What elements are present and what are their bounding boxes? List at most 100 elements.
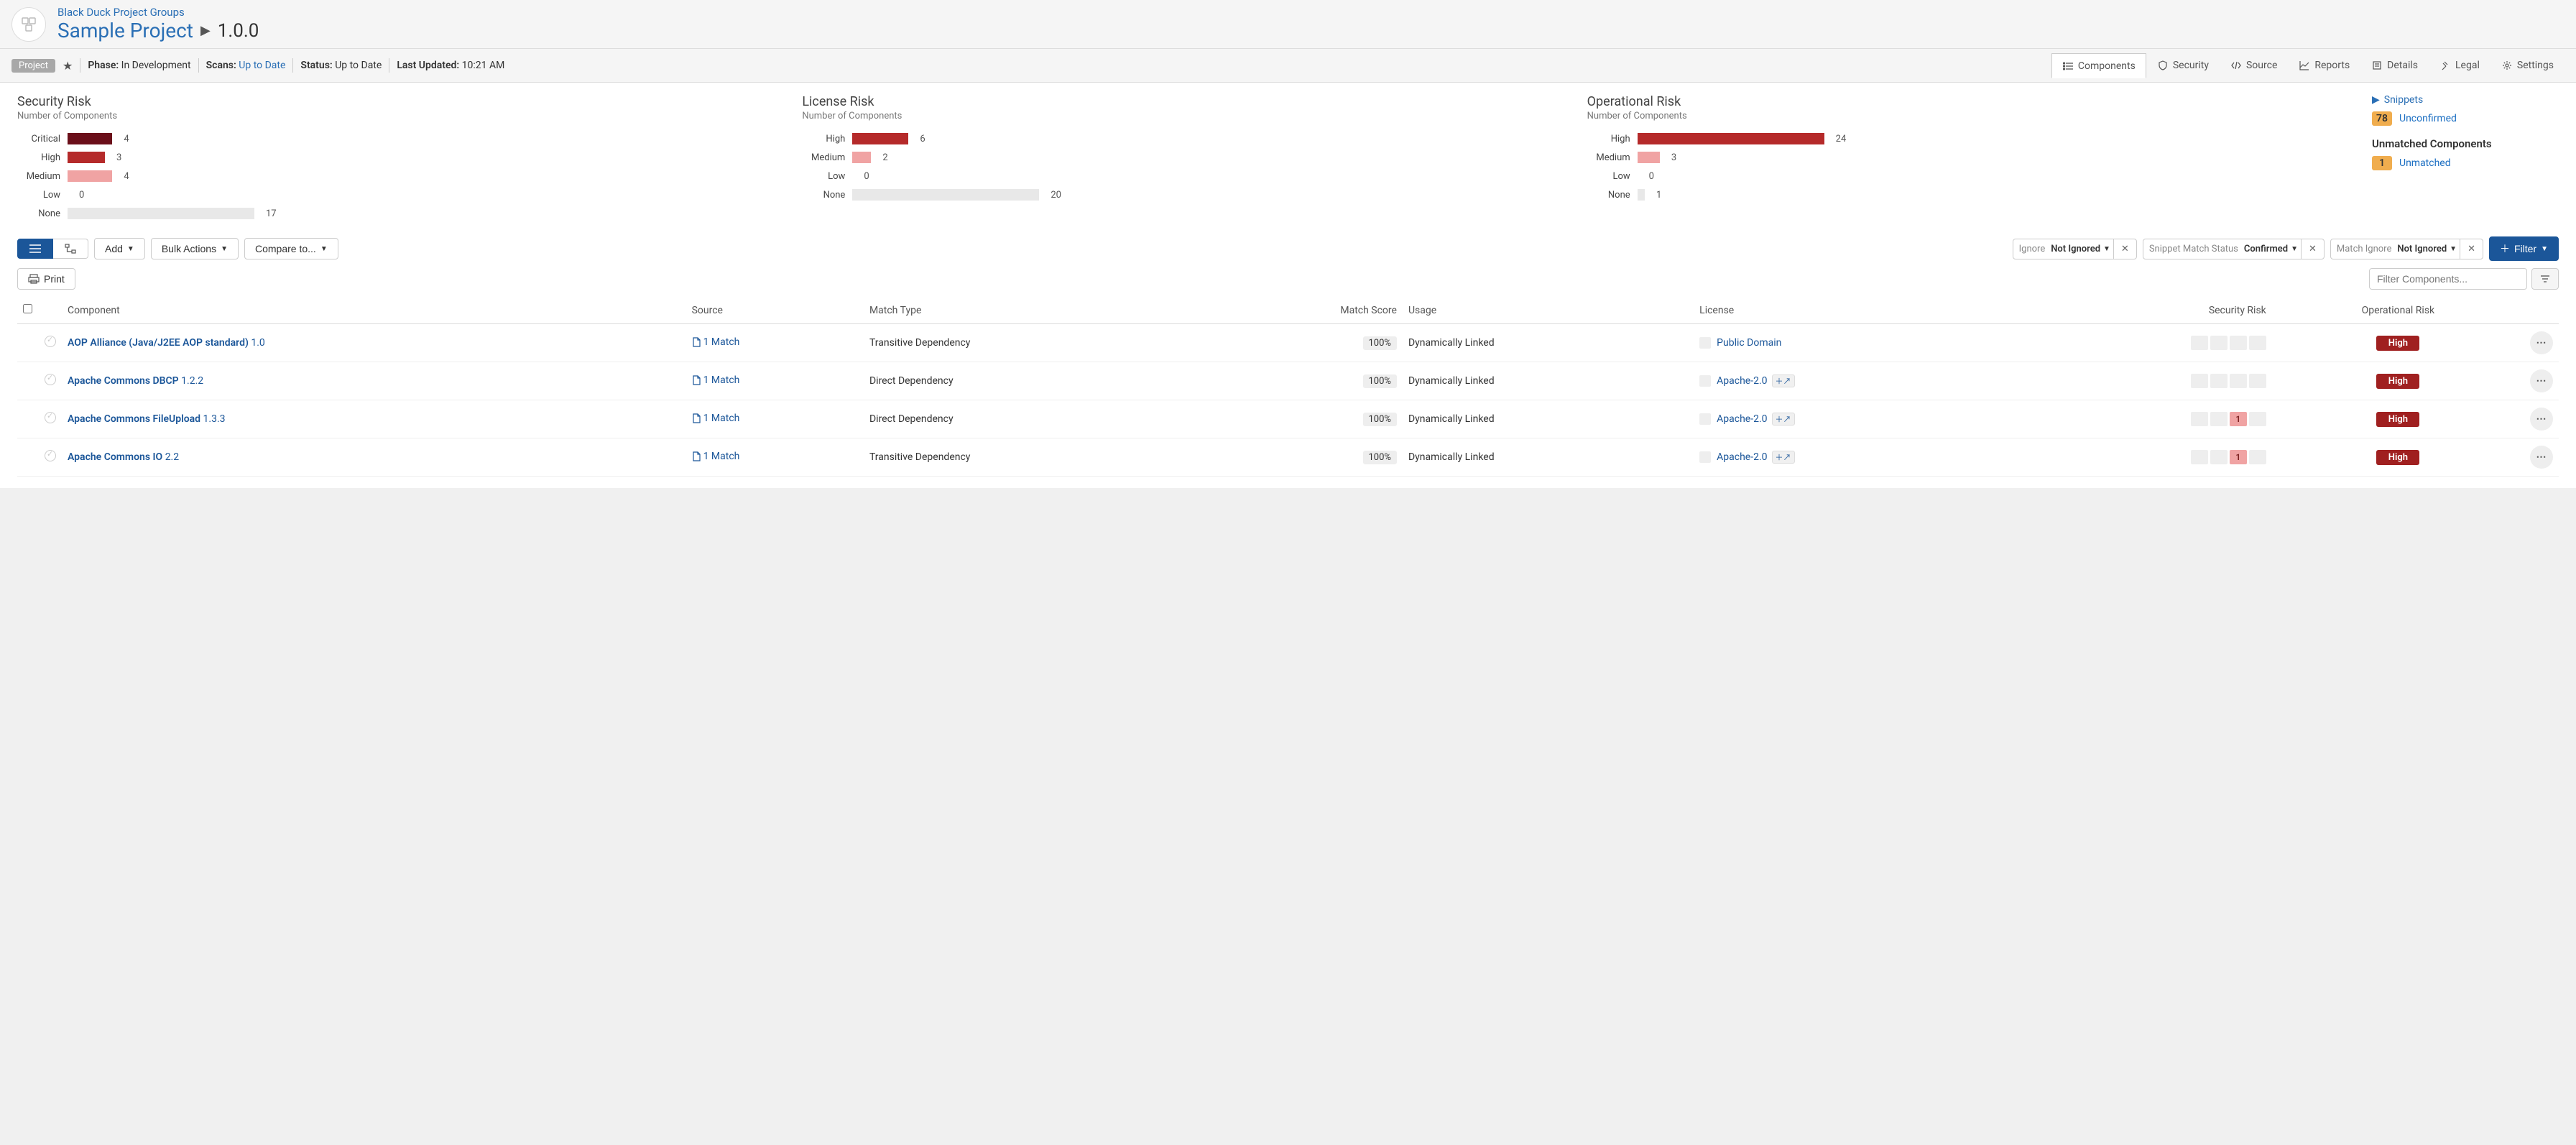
risk-subtitle: Number of Components [1587,111,2343,121]
component-version-link[interactable]: 1.3.3 [203,413,226,425]
match-score-badge: 100% [1363,451,1397,464]
filter-chip-label: Ignore [2013,239,2051,259]
project-title[interactable]: Sample Project [57,19,193,42]
snippets-toggle[interactable]: ▶ Snippets [2372,94,2559,106]
print-button[interactable]: Print [17,268,75,290]
chart-icon [2299,60,2310,71]
source-match-link[interactable]: 1 Match [692,374,740,386]
match-score-badge: 100% [1363,336,1397,350]
table-row: Apache Commons IO 2.2 1 MatchTransitive … [17,438,2559,477]
risk-bar-value: 0 [79,190,84,201]
filter-chip-remove[interactable]: ✕ [2460,239,2483,259]
col-component[interactable]: Component [62,297,686,324]
license-link[interactable]: Public Domain [1717,337,1781,349]
license-extra-icon[interactable]: ＋↗ [1772,451,1795,464]
table-row: Apache Commons DBCP 1.2.2 1 Match Direct … [17,362,2559,400]
filter-chip-value[interactable]: Not Ignored ▼ [2051,239,2113,259]
tab-source[interactable]: Source [2220,53,2288,78]
tab-security[interactable]: Security [2146,53,2220,78]
col-match-type[interactable]: Match Type [864,297,1199,324]
view-mode-group [17,239,88,259]
risk-bar-row: None17 [17,208,773,219]
source-match-link[interactable]: 1 Match [692,451,740,462]
unmatched-link[interactable]: Unmatched [2399,157,2451,169]
row-actions-button[interactable]: ⋯ [2530,369,2553,392]
filter-chip-value[interactable]: Not Ignored ▼ [2397,239,2460,259]
breadcrumb-link[interactable]: Black Duck Project Groups [57,6,185,19]
risk-bar-value: 3 [1671,152,1676,163]
select-all-checkbox[interactable] [23,304,32,313]
tab-components[interactable]: Components [2051,53,2146,78]
row-actions-button[interactable]: ⋯ [2530,446,2553,469]
review-status-icon[interactable] [45,336,56,347]
col-match-score[interactable]: Match Score [1199,297,1403,324]
col-security[interactable]: Security Risk [2012,297,2271,324]
license-link[interactable]: Apache-2.0 [1717,413,1767,425]
risk-bar-fill [852,133,908,144]
risk-bar-label: None [802,190,845,201]
filter-chip-remove[interactable]: ✕ [2301,239,2324,259]
source-match-link[interactable]: 1 Match [692,336,740,348]
unconfirmed-link[interactable]: Unconfirmed [2399,113,2457,124]
usage-cell: Dynamically Linked [1403,362,1694,400]
project-version[interactable]: 1.0.0 [218,20,259,42]
component-name-link[interactable]: Apache Commons FileUpload [68,413,200,425]
match-type-cell: Direct Dependency [864,362,1199,400]
code-icon [2230,60,2242,71]
tab-details[interactable]: Details [2360,53,2429,78]
risk-bar-row: Critical4 [17,133,773,144]
risk-bar-row: Medium4 [17,170,773,182]
compare-button[interactable]: Compare to... ▼ [244,238,338,259]
risk-bar-label: None [1587,190,1630,201]
tree-view-button[interactable] [53,239,88,259]
tab-legal[interactable]: Legal [2429,53,2490,78]
table-row: Apache Commons FileUpload 1.3.3 1 MatchD… [17,400,2559,438]
row-actions-button[interactable]: ⋯ [2530,331,2553,354]
tab-reports[interactable]: Reports [2288,53,2360,78]
gear-icon [2501,60,2513,71]
component-version-link[interactable]: 2.2 [165,451,179,463]
component-version-link[interactable]: 1.2.2 [181,375,203,387]
col-operational[interactable]: Operational Risk [2272,297,2524,324]
risk-bar-row: Medium3 [1587,152,2343,163]
review-status-icon[interactable] [45,412,56,423]
risk-bar-label: Low [802,171,845,182]
risk-bar-label: Medium [17,171,60,182]
breadcrumb-separator-icon: ▶ [200,23,211,38]
filter-chip-label: Match Ignore [2331,239,2397,259]
filter-columns-button[interactable] [2531,268,2559,290]
security-risk-cells: 1 [2018,450,2266,464]
license-link[interactable]: Apache-2.0 [1717,375,1767,387]
operational-risk-panel: Operational RiskNumber of ComponentsHigh… [1587,94,2343,219]
usage-cell: Dynamically Linked [1403,438,1694,477]
filter-chip-value[interactable]: Confirmed ▼ [2244,239,2301,259]
license-link[interactable]: Apache-2.0 [1717,451,1767,463]
print-icon [28,274,40,284]
col-usage[interactable]: Usage [1403,297,1694,324]
list-view-button[interactable] [17,239,53,259]
filter-components-input[interactable] [2369,268,2527,290]
risk-bar-value: 1 [1656,190,1661,201]
component-name-link[interactable]: AOP Alliance (Java/J2EE AOP standard) [68,337,249,349]
filter-button[interactable]: ＋ Filter ▼ [2489,236,2559,261]
component-name-link[interactable]: Apache Commons DBCP [68,375,179,387]
components-subtoolbar: Print [17,268,2559,290]
filter-chip-remove[interactable]: ✕ [2113,239,2136,259]
bulk-actions-button[interactable]: Bulk Actions ▼ [151,238,239,259]
tab-settings[interactable]: Settings [2490,53,2565,78]
col-source[interactable]: Source [686,297,864,324]
source-match-link[interactable]: 1 Match [692,413,740,424]
component-version-link[interactable]: 1.0 [251,337,264,349]
license-extra-icon[interactable]: ＋↗ [1772,413,1795,426]
row-actions-button[interactable]: ⋯ [2530,408,2553,431]
license-swatch [1699,413,1711,425]
favorite-star-icon[interactable]: ★ [63,59,73,73]
review-status-icon[interactable] [45,450,56,461]
add-button[interactable]: Add ▼ [94,238,145,259]
component-name-link[interactable]: Apache Commons IO [68,451,162,463]
license-extra-icon[interactable]: ＋↗ [1772,374,1795,387]
col-license[interactable]: License [1694,297,2012,324]
scans-link[interactable]: Up to Date [239,60,285,71]
components-table: Component Source Match Type Match Score … [17,297,2559,477]
review-status-icon[interactable] [45,374,56,385]
